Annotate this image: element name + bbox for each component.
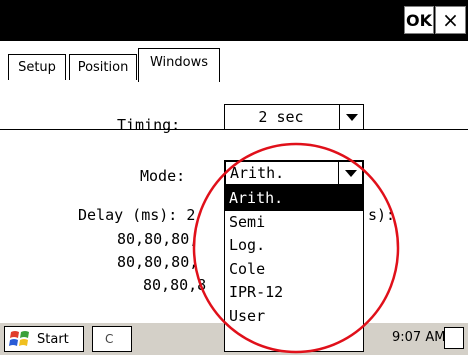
ok-button[interactable]: OK [404, 6, 434, 34]
chevron-down-icon[interactable] [338, 162, 362, 184]
timing-select[interactable]: 2 sec [224, 104, 364, 130]
windows-logo-icon [9, 331, 29, 346]
clock: 9:07 AM [392, 330, 446, 345]
delay-row: 80,80,80, [117, 253, 199, 271]
mode-option-log[interactable]: Log. [225, 234, 363, 258]
task-label: C [105, 332, 114, 346]
tab-strip: Setup Position Windows [0, 48, 468, 130]
mode-option-cole[interactable]: Cole [225, 258, 363, 282]
delay-label: Delay (ms): 2 [78, 206, 196, 224]
task-button[interactable]: C [92, 326, 132, 352]
mode-dropdown-list[interactable]: Arith. Semi Log. Cole IPR-12 User [224, 186, 364, 352]
mode-option-arith[interactable]: Arith. [225, 187, 363, 211]
mode-option-semi[interactable]: Semi [225, 211, 363, 235]
mode-value: Arith. [230, 164, 285, 182]
start-button[interactable]: Start [4, 326, 84, 352]
delay-label-suffix: s): [368, 206, 396, 224]
timing-value: 2 sec [258, 108, 304, 126]
start-label: Start [37, 331, 69, 347]
title-bar: OK × [0, 0, 468, 41]
mode-option-user[interactable]: User [225, 305, 363, 329]
tab-position[interactable]: Position [69, 54, 137, 80]
mode-label: Mode: [140, 167, 186, 185]
delay-row: 80,80,8 [143, 276, 207, 294]
mode-option-ipr12[interactable]: IPR-12 [225, 281, 363, 305]
delay-row: 80,80,80, [117, 230, 199, 248]
timing-label: Timing: [117, 116, 181, 134]
desktop-icon[interactable] [444, 327, 464, 349]
mode-select[interactable]: Arith. [224, 160, 364, 186]
tab-windows[interactable]: Windows [138, 48, 220, 82]
chevron-down-icon[interactable] [339, 105, 363, 129]
tab-setup[interactable]: Setup [8, 54, 66, 80]
close-button[interactable]: × [435, 6, 466, 34]
